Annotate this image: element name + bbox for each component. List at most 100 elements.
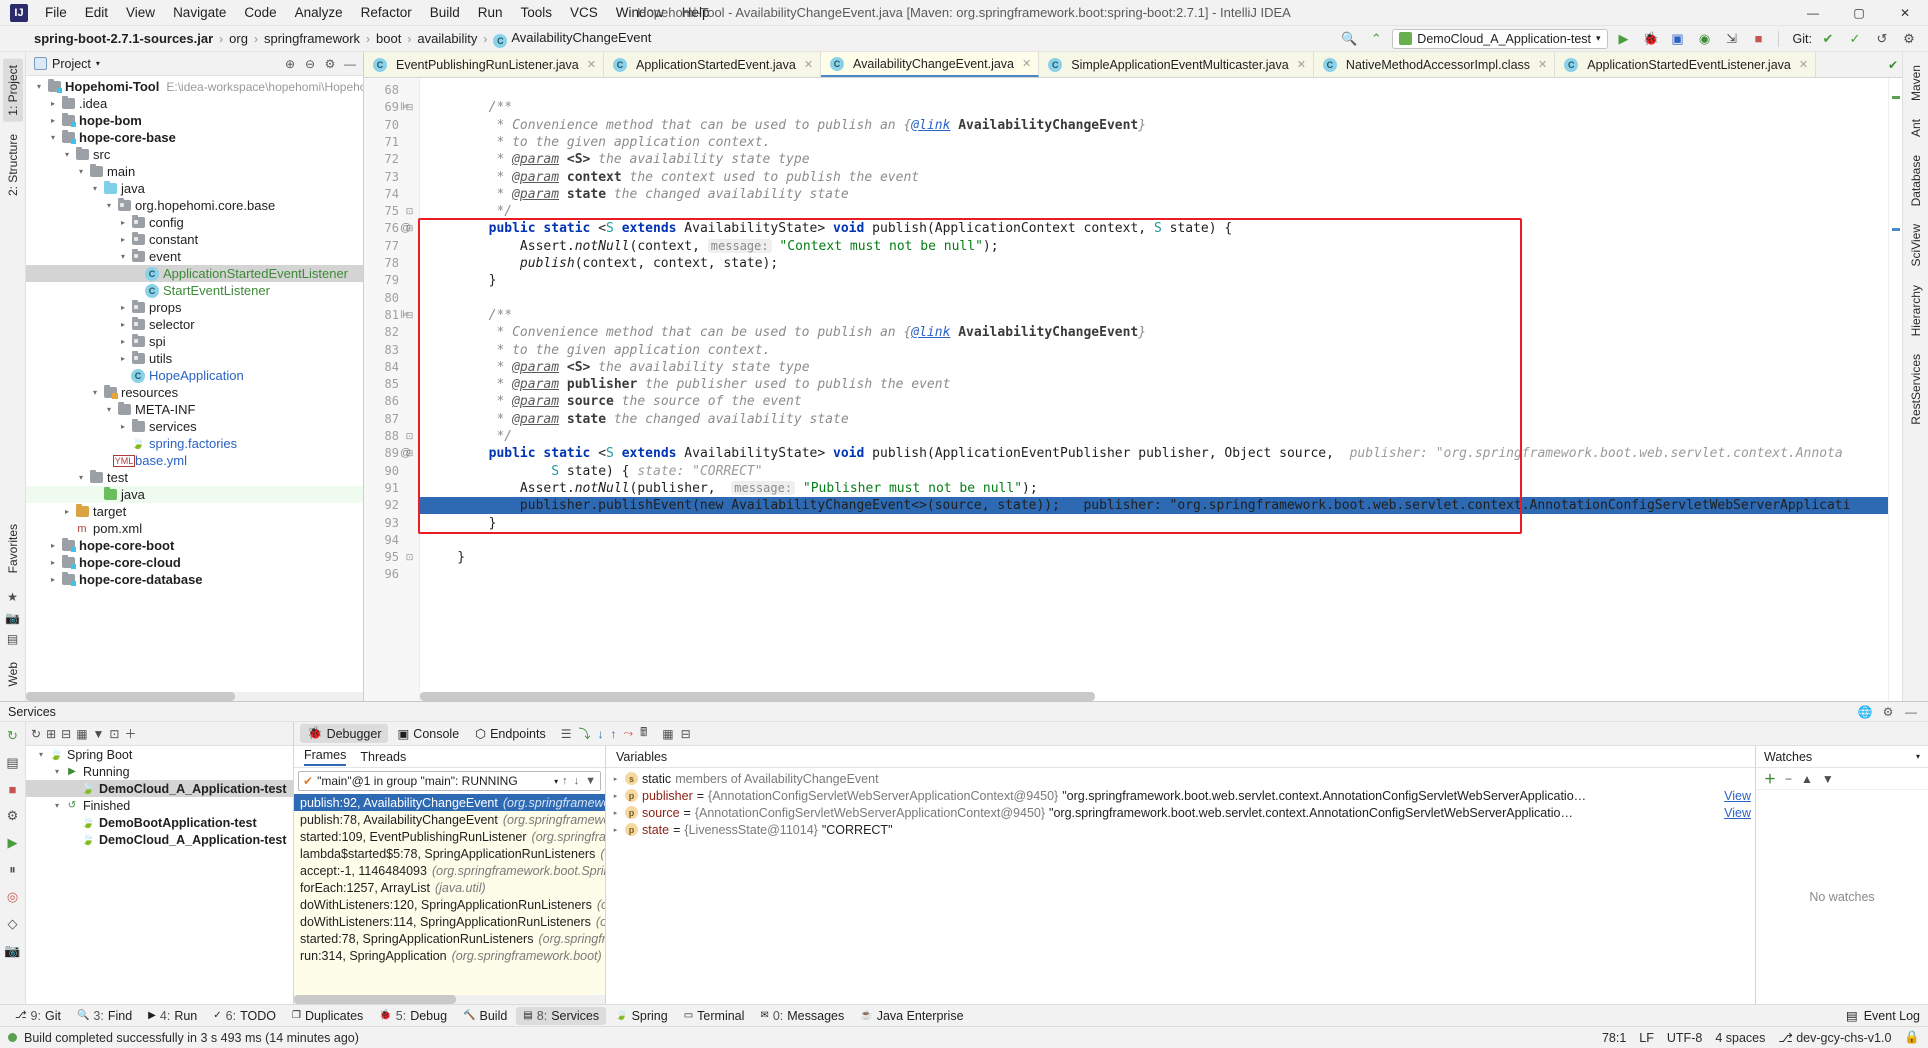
project-tree-row[interactable]: ▸ hope-bom xyxy=(26,112,363,129)
code-line[interactable]: /** xyxy=(420,307,1888,324)
settings-gear-icon[interactable]: ⚙ xyxy=(1898,29,1920,49)
project-tree-row[interactable]: ▾ hope-core-base xyxy=(26,129,363,146)
project-tree-row[interactable]: ▾ event xyxy=(26,248,363,265)
project-tree-row[interactable]: YML base.yml xyxy=(26,452,363,469)
tree-expander[interactable]: ▾ xyxy=(74,167,88,176)
menu-item-file[interactable]: File xyxy=(36,2,76,23)
code-line[interactable]: } xyxy=(420,515,1888,532)
code-line[interactable] xyxy=(420,82,1888,99)
editor-tab[interactable]: C ApplicationStartedEvent.java ✕ xyxy=(603,52,822,77)
tree-expander[interactable]: ▾ xyxy=(46,133,60,142)
bottom-tab-git[interactable]: ⎇ 9: Git xyxy=(8,1007,68,1025)
close-icon[interactable]: ✕ xyxy=(1799,58,1808,71)
services-tree[interactable]: ▾ 🍃 Spring Boot ▾ ▶ Running 🍃 DemoCloud_A_Appli… xyxy=(26,746,293,1004)
search-icon[interactable]: 🔍 xyxy=(1338,29,1360,49)
menu-item-run[interactable]: Run xyxy=(469,2,512,23)
menu-item-help[interactable]: Help xyxy=(673,2,719,23)
menu-item-edit[interactable]: Edit xyxy=(76,2,117,23)
project-tree-row[interactable]: ▸ target xyxy=(26,503,363,520)
layout-icon[interactable]: ⊡ xyxy=(109,727,119,741)
project-tree-row[interactable]: ▸ hope-core-cloud xyxy=(26,554,363,571)
code-line[interactable]: * @param state the changed availability … xyxy=(420,186,1888,203)
arrow-up-icon[interactable]: ↑ xyxy=(562,775,568,787)
tree-expander[interactable]: ▾ xyxy=(50,801,64,810)
project-tree-scrollbar[interactable] xyxy=(26,692,363,701)
bottom-tab-spring[interactable]: 🍃 Spring xyxy=(608,1007,675,1025)
code-line[interactable]: */ xyxy=(420,203,1888,220)
editor-tabs-overflow[interactable]: ✔ xyxy=(1888,52,1902,77)
editor-marker-bar[interactable] xyxy=(1888,78,1902,701)
variable-row[interactable]: ▸ s static members of AvailabilityChangeEv… xyxy=(606,770,1755,787)
tree-expander[interactable]: ▾ xyxy=(60,150,74,159)
vcs-update-icon[interactable]: ✔ xyxy=(1817,29,1839,49)
code-line[interactable] xyxy=(420,532,1888,549)
code-line[interactable]: * @param <S> the availability state type xyxy=(420,359,1888,376)
collapse-all-icon[interactable]: ⊟ xyxy=(61,727,71,741)
project-panel-title[interactable]: Project ▾ xyxy=(30,57,104,71)
tree-expander[interactable]: ▸ xyxy=(60,507,74,516)
tree-expander[interactable]: ▾ xyxy=(74,473,88,482)
indent-setting[interactable]: 4 spaces xyxy=(1715,1031,1765,1045)
code-line[interactable]: * to the given application context. xyxy=(420,342,1888,359)
code-line[interactable]: S state) { state: "CORRECT" xyxy=(420,463,1888,480)
maximize-button[interactable]: ▢ xyxy=(1836,0,1882,26)
lock-icon[interactable]: 🔒 xyxy=(1904,1030,1920,1045)
frame-list-item[interactable]: lambda$started$5:78, SpringApplicationRu… xyxy=(294,845,605,862)
caret-position[interactable]: 78:1 xyxy=(1602,1031,1626,1045)
line-separator[interactable]: LF xyxy=(1639,1031,1654,1045)
code-fold-icon[interactable]: ⊡ xyxy=(404,428,415,445)
bottom-tab-todo[interactable]: ✓ 6: TODO xyxy=(206,1007,283,1025)
tab-console[interactable]: ▣ Console xyxy=(390,724,466,743)
close-icon[interactable]: ✕ xyxy=(1297,58,1306,71)
code-fold-icon[interactable]: ⊟ xyxy=(404,220,415,237)
rerun-icon[interactable]: ↻ xyxy=(7,728,18,744)
project-tree-row[interactable]: ▸ props xyxy=(26,299,363,316)
project-tree-row[interactable]: ▸ hope-core-boot xyxy=(26,537,363,554)
run-to-cursor-icon[interactable]: ⤳ xyxy=(623,726,633,741)
tab-endpoints[interactable]: ⬡ Endpoints xyxy=(468,724,553,743)
camera-icon[interactable]: 📷 xyxy=(4,943,20,959)
code-fold-icon[interactable]: ⊟ xyxy=(404,445,415,462)
tree-expander[interactable]: ▸ xyxy=(46,558,60,567)
tree-expander[interactable]: ▾ xyxy=(102,405,116,414)
filter-icon[interactable]: ▼ xyxy=(93,727,105,741)
project-tree-row[interactable]: ▸ utils xyxy=(26,350,363,367)
frame-list-item[interactable]: forEach:1257, ArrayList (java.util) xyxy=(294,879,605,896)
project-tree-row[interactable]: 🍃 spring.factories xyxy=(26,435,363,452)
move-up-icon[interactable]: ▲ xyxy=(1801,772,1813,786)
bottom-tab-messages[interactable]: ✉ 0: Messages xyxy=(753,1007,851,1025)
code-line[interactable]: * @param source the source of the event xyxy=(420,393,1888,410)
editor-tab[interactable]: C EventPublishingRunListener.java ✕ xyxy=(364,52,604,77)
git-branch[interactable]: ⎇ dev-gcy-chs-v1.0 xyxy=(1778,1030,1891,1045)
menu-item-analyze[interactable]: Analyze xyxy=(286,2,352,23)
project-tree-row[interactable]: ▾ test xyxy=(26,469,363,486)
tree-expander[interactable]: ▾ xyxy=(34,750,48,759)
editor-tab[interactable]: C SimpleApplicationEventMulticaster.java ✕ xyxy=(1039,52,1314,77)
move-down-icon[interactable]: ▼ xyxy=(1822,772,1834,786)
breadcrumb-org[interactable]: org xyxy=(225,30,252,47)
menu-item-view[interactable]: View xyxy=(117,2,164,23)
step-out-icon[interactable]: ↑ xyxy=(610,727,616,741)
variable-view-link[interactable]: View xyxy=(1716,806,1751,820)
grid-icon[interactable]: ▤ xyxy=(7,632,18,646)
code-line[interactable] xyxy=(420,566,1888,583)
tree-expander[interactable]: ▸ xyxy=(610,792,621,800)
tree-expander[interactable]: ▸ xyxy=(46,99,60,108)
tree-expander[interactable]: ▸ xyxy=(116,218,130,227)
code-fold-icon[interactable]: ⊟ xyxy=(404,307,415,324)
tree-expander[interactable]: ▾ xyxy=(32,82,46,91)
code-line[interactable]: */ xyxy=(420,428,1888,445)
project-tree-row[interactable]: ▾ java xyxy=(26,180,363,197)
project-tree-row[interactable]: ▸ hope-core-database xyxy=(26,571,363,588)
menu-item-navigate[interactable]: Navigate xyxy=(164,2,235,23)
code-line[interactable]: } xyxy=(420,549,1888,566)
file-encoding[interactable]: UTF-8 xyxy=(1667,1031,1702,1045)
globe-icon[interactable]: 🌐 xyxy=(1856,703,1874,721)
project-tree-row[interactable]: ▸ constant xyxy=(26,231,363,248)
minimize-button[interactable]: — xyxy=(1790,0,1836,26)
bottom-tab-terminal[interactable]: ▭ Terminal xyxy=(677,1007,752,1025)
frame-list-item[interactable]: publish:92, AvailabilityChangeEvent (org.… xyxy=(294,794,605,811)
refresh-icon[interactable]: ↻ xyxy=(31,727,41,741)
layout-settings-icon[interactable]: ▦ xyxy=(662,727,673,741)
close-icon[interactable]: ✕ xyxy=(1538,58,1547,71)
